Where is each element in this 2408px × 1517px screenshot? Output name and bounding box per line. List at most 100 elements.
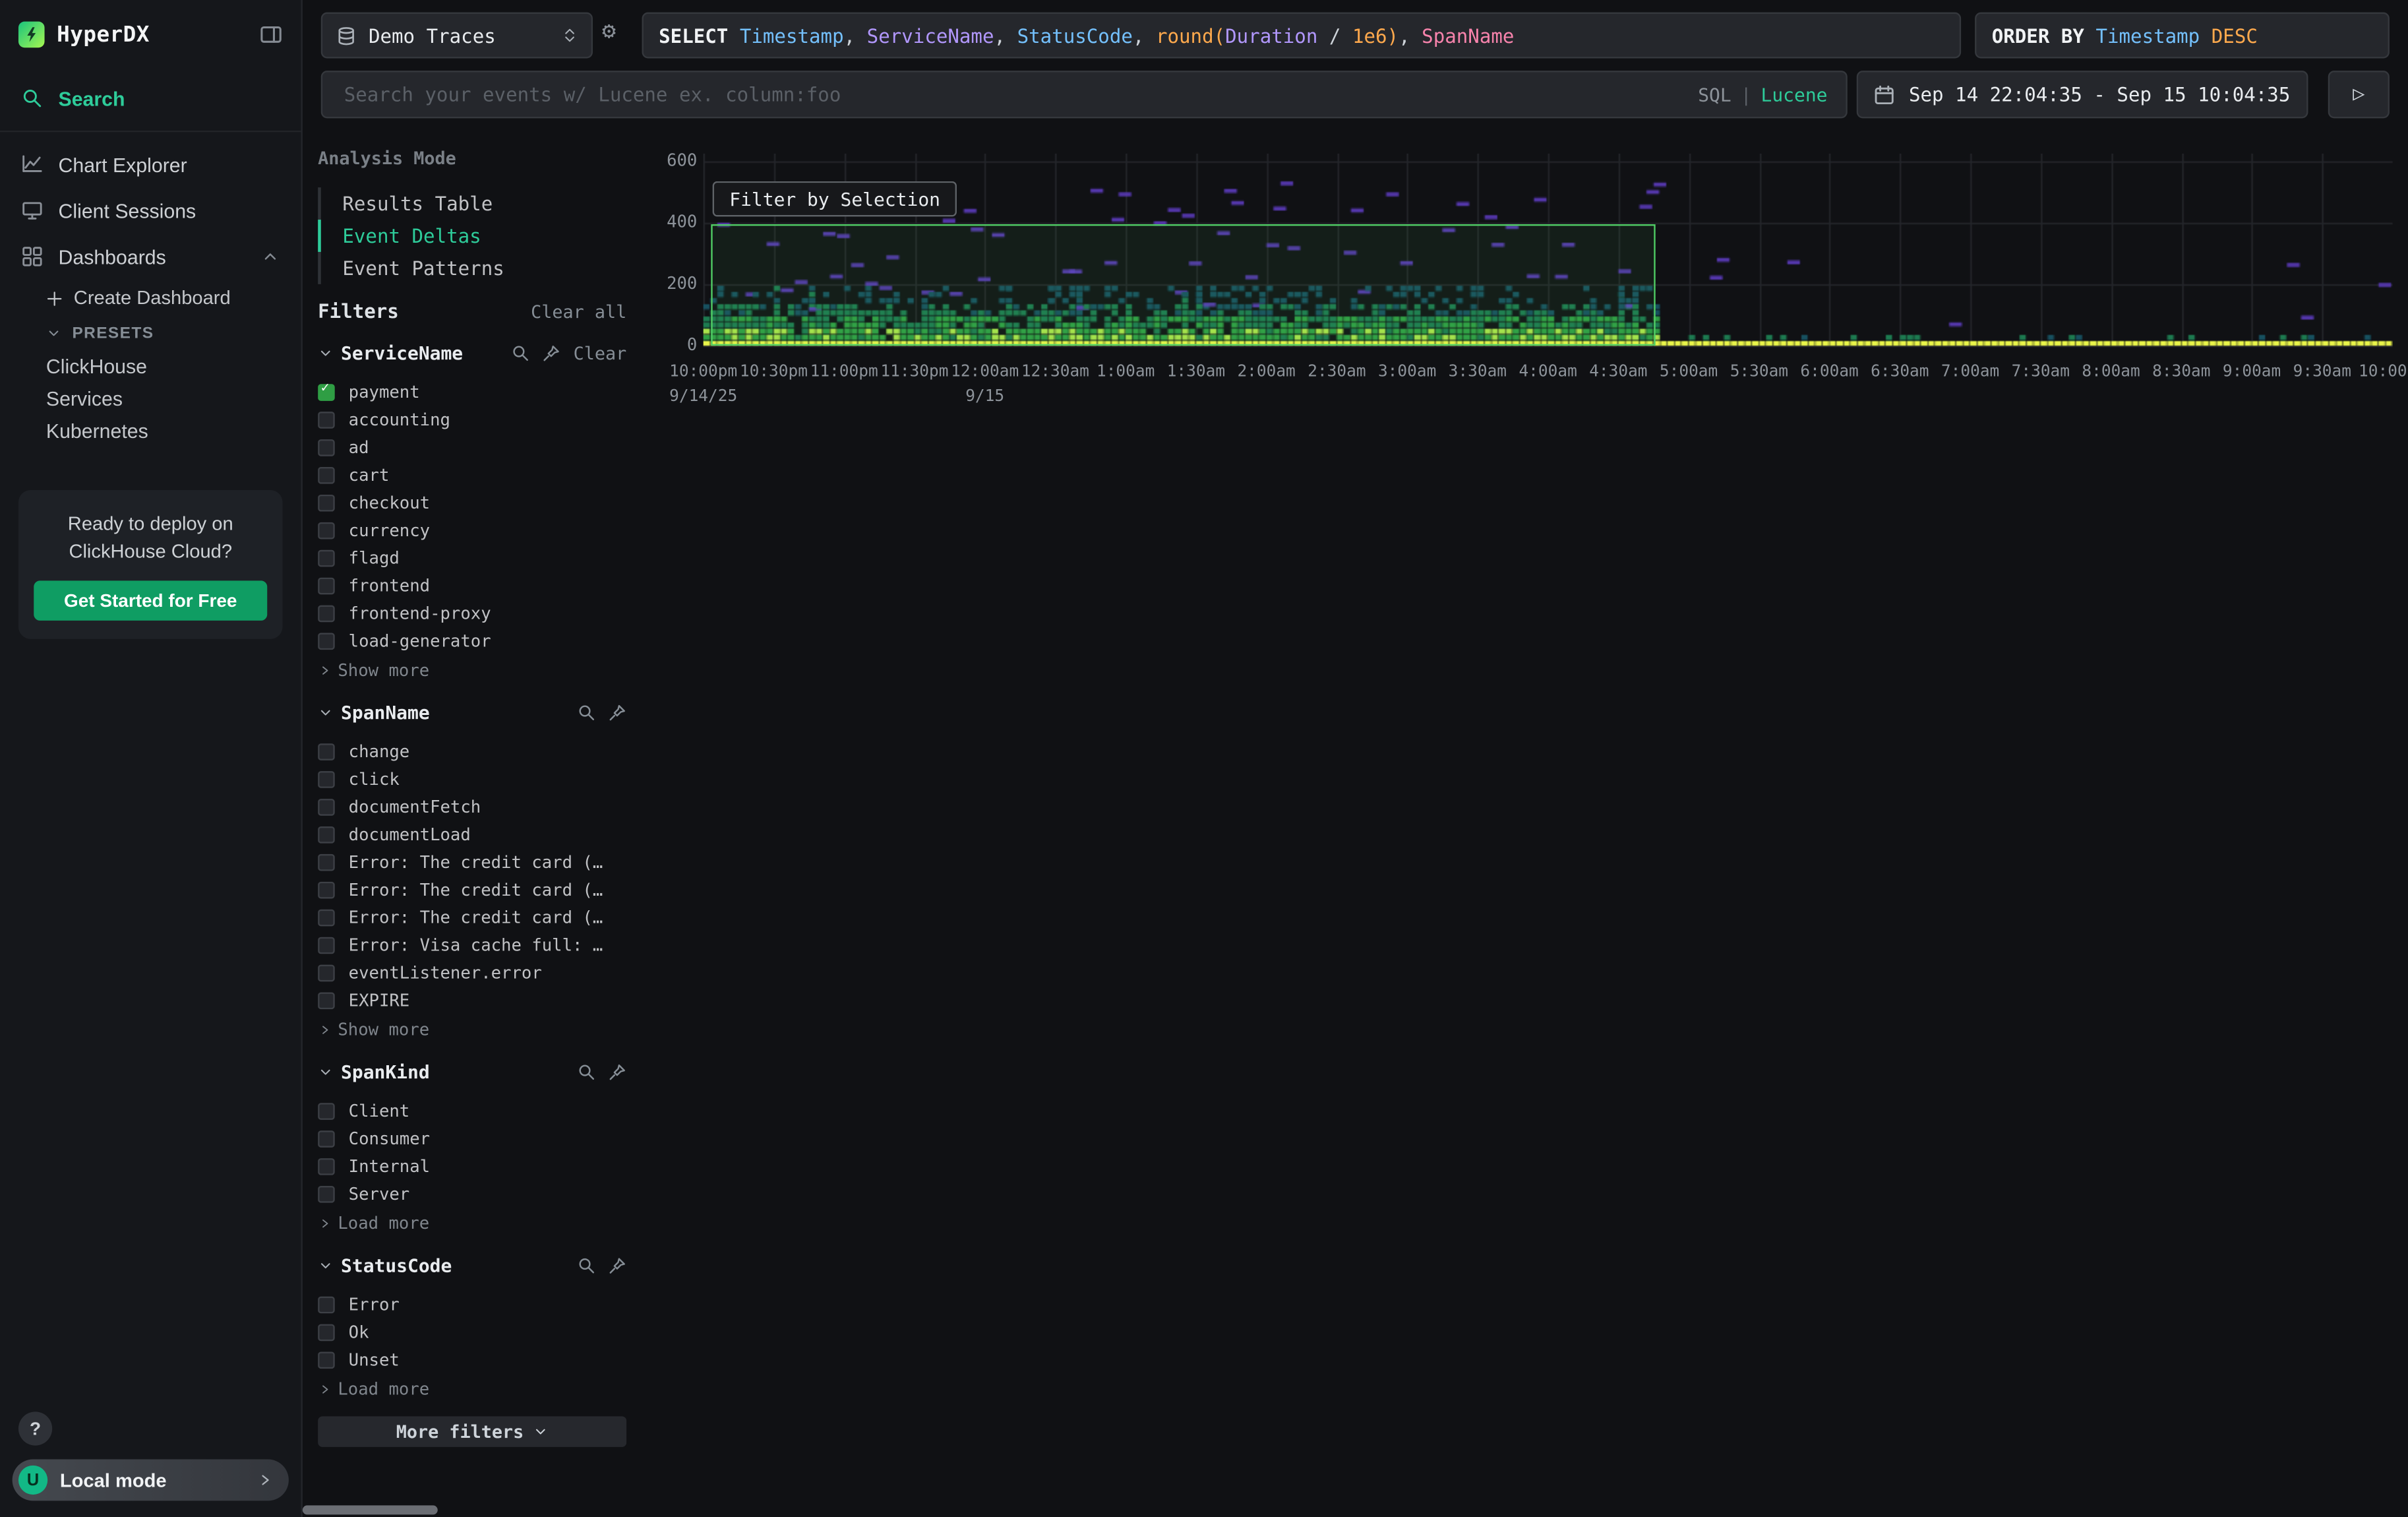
filter-group-name[interactable]: SpanName	[341, 702, 430, 724]
load-more-link[interactable]: Load more	[318, 1210, 626, 1235]
presets-toggle[interactable]: PRESETS	[0, 317, 301, 350]
sidebar-item-search[interactable]: Search	[0, 75, 301, 121]
filter-checkbox-row[interactable]: frontend	[318, 571, 626, 599]
checkbox[interactable]	[318, 1323, 335, 1340]
sidebar-collapse-icon[interactable]	[260, 23, 283, 46]
preset-clickhouse[interactable]: ClickHouse	[0, 350, 301, 383]
filter-checkbox-row[interactable]: Ok	[318, 1318, 626, 1346]
order-by-input[interactable]: ORDER BY Timestamp DESC	[1975, 13, 2390, 59]
checkbox[interactable]	[318, 439, 335, 456]
filter-checkbox-row[interactable]: Error	[318, 1290, 626, 1318]
create-dashboard-button[interactable]: Create Dashboard	[0, 280, 301, 317]
filter-checkbox-row[interactable]: payment	[318, 378, 626, 406]
checkbox[interactable]	[318, 1296, 335, 1313]
chevron-down-icon[interactable]	[318, 1065, 333, 1080]
filter-search-icon[interactable]	[578, 1063, 596, 1082]
checkbox[interactable]	[318, 743, 335, 760]
filter-checkbox-row[interactable]: change	[318, 737, 626, 765]
pin-icon[interactable]	[608, 704, 626, 722]
filter-checkbox-row[interactable]: Error: The credit card (…	[318, 848, 626, 876]
filter-checkbox-row[interactable]: Consumer	[318, 1125, 626, 1152]
sidebar-item-dashboards[interactable]: Dashboards	[0, 233, 301, 280]
checkbox-checked[interactable]	[318, 383, 335, 400]
checkbox[interactable]	[318, 964, 335, 981]
checkbox[interactable]	[318, 1185, 335, 1202]
filter-group-name[interactable]: ServiceName	[341, 342, 463, 364]
chevron-down-icon[interactable]	[318, 705, 333, 720]
checkbox[interactable]	[318, 991, 335, 1008]
filter-checkbox-row[interactable]: Client	[318, 1097, 626, 1125]
selection-region[interactable]	[711, 224, 1655, 346]
checkbox[interactable]	[318, 577, 335, 594]
filter-checkbox-row[interactable]: cart	[318, 461, 626, 489]
checkbox[interactable]	[318, 826, 335, 843]
checkbox[interactable]	[318, 1351, 335, 1368]
checkbox[interactable]	[318, 632, 335, 649]
lang-lucene-toggle[interactable]: Lucene	[1761, 84, 1828, 106]
load-more-link[interactable]: Load more	[318, 1377, 626, 1401]
checkbox[interactable]	[318, 411, 335, 428]
chevron-down-icon[interactable]	[318, 346, 333, 361]
filter-checkbox-row[interactable]: Server	[318, 1180, 626, 1208]
filter-group-clear-link[interactable]: Clear	[574, 342, 627, 364]
analysis-mode-option-event-patterns[interactable]: Event Patterns	[318, 252, 626, 284]
filter-checkbox-row[interactable]: load-generator	[318, 627, 626, 654]
show-more-link[interactable]: Show more	[318, 658, 626, 682]
checkbox[interactable]	[318, 853, 335, 871]
clear-all-filters-link[interactable]: Clear all	[531, 300, 626, 322]
checkbox[interactable]	[318, 604, 335, 621]
pin-icon[interactable]	[608, 1256, 626, 1275]
pin-icon[interactable]	[543, 344, 561, 363]
checkbox[interactable]	[318, 549, 335, 567]
run-query-button[interactable]: ▷	[2328, 71, 2390, 118]
more-filters-button[interactable]: More filters	[318, 1416, 626, 1447]
horizontal-scrollbar-thumb[interactable]	[303, 1505, 438, 1514]
filter-group-name[interactable]: StatusCode	[341, 1255, 452, 1277]
filter-group-name[interactable]: SpanKind	[341, 1061, 430, 1083]
sidebar-item-chart-explorer[interactable]: Chart Explorer	[0, 141, 301, 187]
filter-checkbox-row[interactable]: Error: The credit card (…	[318, 903, 626, 931]
gear-icon[interactable]: ⚙	[602, 20, 616, 43]
user-menu[interactable]: U Local mode	[13, 1460, 289, 1501]
filter-checkbox-row[interactable]: eventListener.error	[318, 958, 626, 986]
checkbox[interactable]	[318, 1102, 335, 1119]
checkbox[interactable]	[318, 1130, 335, 1147]
chevron-up-icon[interactable]	[261, 247, 280, 266]
preset-kubernetes[interactable]: Kubernetes	[0, 415, 301, 447]
filter-checkbox-row[interactable]: documentLoad	[318, 820, 626, 848]
filter-search-icon[interactable]	[512, 344, 530, 363]
source-select[interactable]: Demo Traces	[321, 13, 593, 59]
pin-icon[interactable]	[608, 1063, 626, 1082]
checkbox[interactable]	[318, 798, 335, 815]
filter-checkbox-row[interactable]: Unset	[318, 1346, 626, 1373]
filter-checkbox-row[interactable]: accounting	[318, 406, 626, 433]
checkbox[interactable]	[318, 909, 335, 926]
preset-services[interactable]: Services	[0, 383, 301, 415]
checkbox[interactable]	[318, 1158, 335, 1175]
filter-search-icon[interactable]	[578, 704, 596, 722]
filter-checkbox-row[interactable]: frontend-proxy	[318, 599, 626, 627]
analysis-mode-option-results-table[interactable]: Results Table	[318, 187, 626, 220]
filter-checkbox-row[interactable]: Error: The credit card (…	[318, 876, 626, 904]
sql-select-input[interactable]: SELECT Timestamp, ServiceName, StatusCod…	[642, 13, 1962, 59]
filter-search-icon[interactable]	[578, 1256, 596, 1275]
filter-checkbox-row[interactable]: documentFetch	[318, 793, 626, 820]
checkbox[interactable]	[318, 522, 335, 539]
checkbox[interactable]	[318, 881, 335, 898]
filter-checkbox-row[interactable]: Error: Visa cache full: …	[318, 931, 626, 958]
checkbox[interactable]	[318, 466, 335, 483]
show-more-link[interactable]: Show more	[318, 1017, 626, 1041]
filter-checkbox-row[interactable]: EXPIRE	[318, 986, 626, 1014]
filter-checkbox-row[interactable]: currency	[318, 516, 626, 544]
filter-checkbox-row[interactable]: Internal	[318, 1152, 626, 1180]
filter-checkbox-row[interactable]: checkout	[318, 489, 626, 516]
search-input[interactable]	[341, 81, 1698, 108]
time-range-picker[interactable]: Sep 14 22:04:35 - Sep 15 10:04:35	[1857, 71, 2308, 118]
filter-checkbox-row[interactable]: flagd	[318, 543, 626, 571]
checkbox[interactable]	[318, 494, 335, 511]
analysis-mode-option-event-deltas[interactable]: Event Deltas	[318, 220, 626, 252]
get-started-button[interactable]: Get Started for Free	[34, 580, 267, 621]
sidebar-item-client-sessions[interactable]: Client Sessions	[0, 187, 301, 233]
checkbox[interactable]	[318, 770, 335, 788]
filter-checkbox-row[interactable]: ad	[318, 433, 626, 461]
